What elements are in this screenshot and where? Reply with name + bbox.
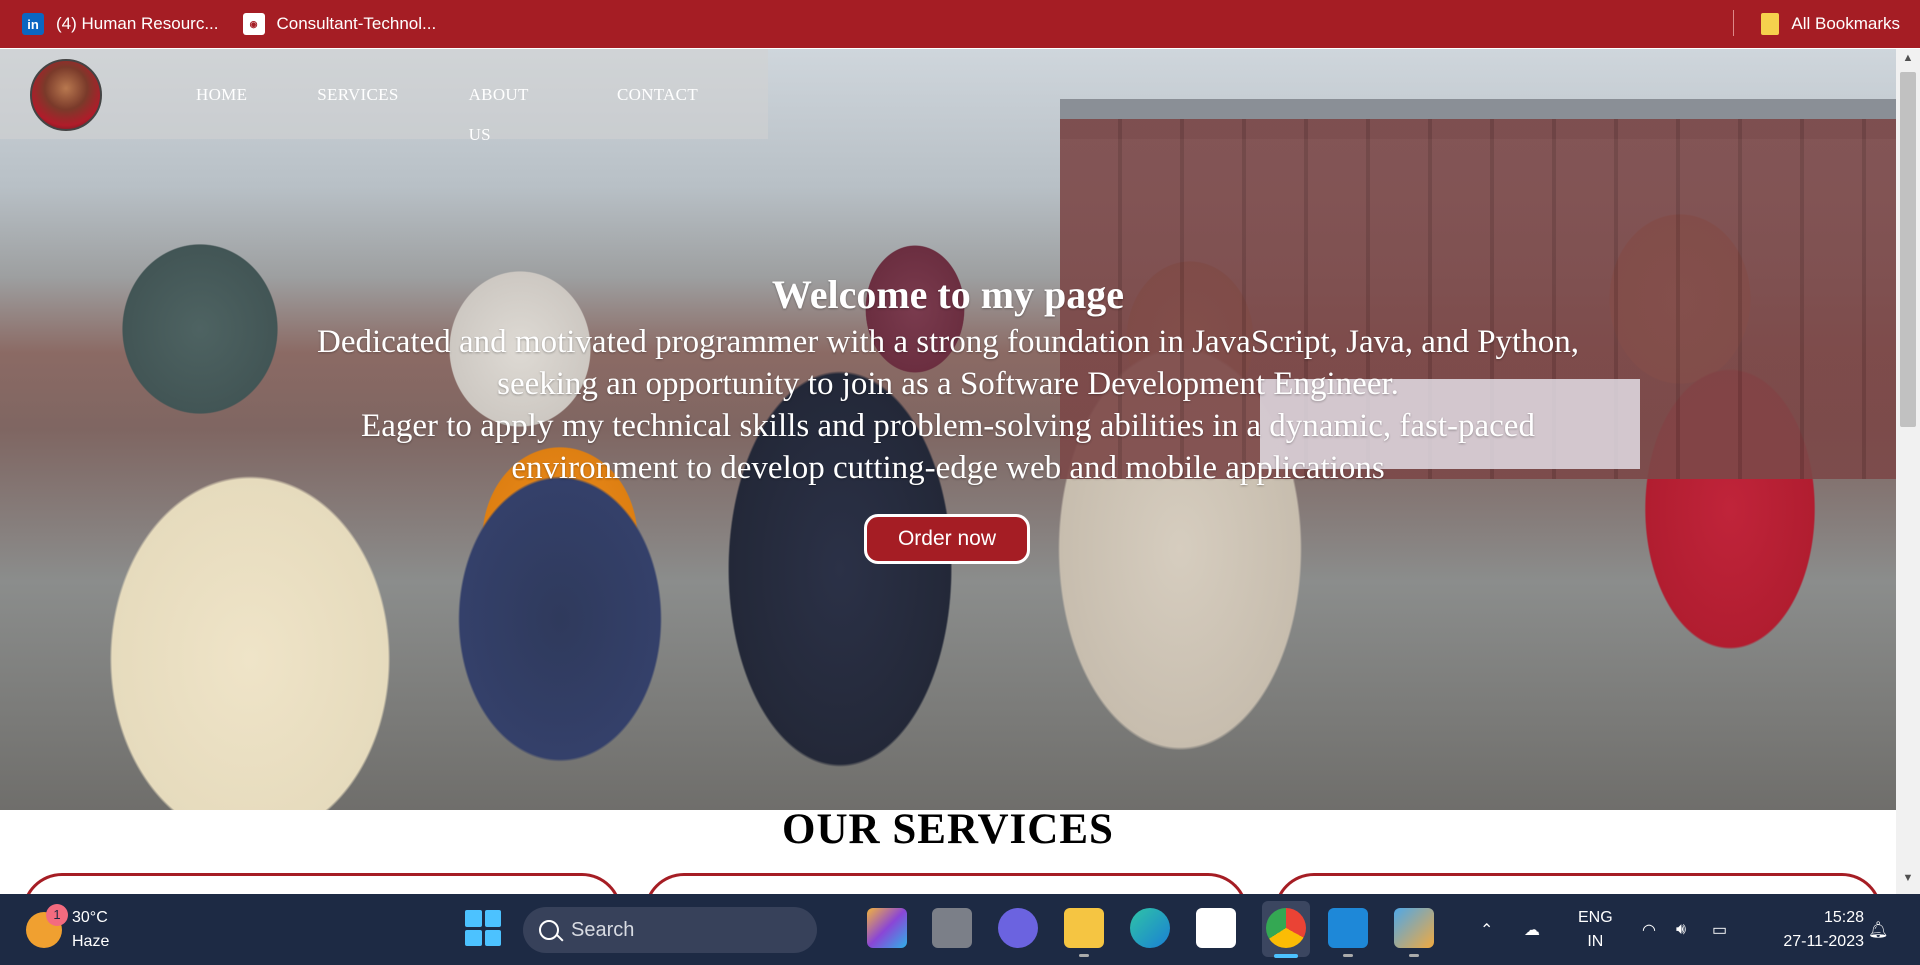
bookmarks-bar: in (4) Human Resourc... ◉ Consultant-Tec… (0, 0, 1920, 48)
language-indicator[interactable]: ENG IN (1578, 906, 1613, 954)
file-explorer-icon[interactable] (1064, 908, 1104, 948)
hero-text: Welcome to my page Dedicated and motivat… (0, 269, 1896, 489)
microsoft-store-icon[interactable] (1196, 908, 1236, 948)
running-indicator (1079, 954, 1089, 957)
services-title: OUR SERVICES (782, 806, 1114, 853)
edge-browser-icon[interactable] (1130, 908, 1170, 948)
show-hidden-icons-chevron-icon[interactable]: ⌃ (1480, 894, 1493, 965)
scroll-up-arrow-icon[interactable]: ▲ (1900, 52, 1916, 68)
chrome-browser-icon[interactable] (1266, 908, 1306, 948)
language-code: ENG (1578, 909, 1613, 926)
scrollbar-thumb[interactable] (1900, 72, 1916, 427)
wifi-icon[interactable]: ◠ (1642, 894, 1656, 965)
nav-about-us[interactable]: ABOUT US (469, 75, 547, 155)
active-indicator (1274, 954, 1298, 958)
weather-widget[interactable]: 1 30°C Haze (26, 904, 110, 954)
weather-description: Haze (72, 933, 110, 950)
bookmark-label: (4) Human Resourc... (56, 14, 219, 33)
scroll-down-arrow-icon[interactable]: ▼ (1900, 872, 1916, 888)
system-clock[interactable]: 15:28 27-11-2023 (1783, 906, 1864, 954)
bookmark-label: Consultant-Technol... (276, 14, 437, 33)
region-code: IN (1587, 933, 1604, 950)
volume-icon[interactable]: 🔊︎ (1676, 894, 1686, 965)
nav-home[interactable]: HOME (196, 75, 247, 155)
taskbar-search[interactable]: Search (523, 907, 817, 953)
search-label: Search (571, 918, 635, 941)
notification-bell-icon[interactable]: 🔔︎ (1868, 894, 1888, 965)
running-indicator (1343, 954, 1353, 957)
search-icon (539, 920, 559, 940)
bookmark-linkedin[interactable]: in (4) Human Resourc... (0, 4, 231, 44)
bookmark-consultant[interactable]: ◉ Consultant-Technol... (231, 4, 449, 44)
nav-services[interactable]: SERVICES (317, 75, 398, 155)
all-bookmarks-label: All Bookmarks (1791, 14, 1900, 33)
onedrive-cloud-icon[interactable]: ☁ (1524, 894, 1540, 965)
profile-avatar[interactable] (30, 59, 102, 131)
site-navbar: HOME SERVICES ABOUT US CONTACT (0, 49, 768, 144)
nav-contact[interactable]: CONTACT (617, 75, 698, 155)
copilot-icon[interactable] (867, 908, 907, 948)
windows-taskbar: 1 30°C Haze Search ⌃ ☁ ENG IN ◠ 🔊︎ ▭ 15:… (0, 894, 1920, 965)
hero-title: Welcome to my page (771, 272, 1125, 317)
weather-temperature: 30°C (72, 909, 108, 926)
order-now-button[interactable]: Order now (864, 514, 1030, 564)
linkedin-icon: in (22, 13, 44, 35)
all-bookmarks-button[interactable]: All Bookmarks (1761, 4, 1900, 44)
vscode-icon[interactable] (1328, 908, 1368, 948)
bookmarks-divider (1733, 10, 1734, 36)
haze-weather-icon: 1 (26, 904, 68, 948)
hero-section: HOME SERVICES ABOUT US CONTACT Welcome t… (0, 49, 1896, 810)
battery-icon[interactable]: ▭ (1712, 894, 1727, 965)
notification-badge: 1 (46, 904, 68, 926)
task-view-icon[interactable] (932, 908, 972, 948)
clock-time: 15:28 (1823, 909, 1864, 926)
folder-icon (1761, 13, 1780, 35)
paint-icon[interactable] (1394, 908, 1434, 948)
clock-date: 27-11-2023 (1783, 933, 1864, 950)
windows-start-icon[interactable] (465, 910, 501, 946)
running-indicator (1409, 954, 1419, 957)
nav-links: HOME SERVICES ABOUT US CONTACT (196, 75, 768, 155)
hero-description-1: Dedicated and motivated programmer with … (317, 324, 1579, 402)
hero-description-2: Eager to apply my technical skills and p… (361, 408, 1535, 486)
teams-chat-icon[interactable] (998, 908, 1038, 948)
consultant-icon: ◉ (242, 13, 265, 35)
